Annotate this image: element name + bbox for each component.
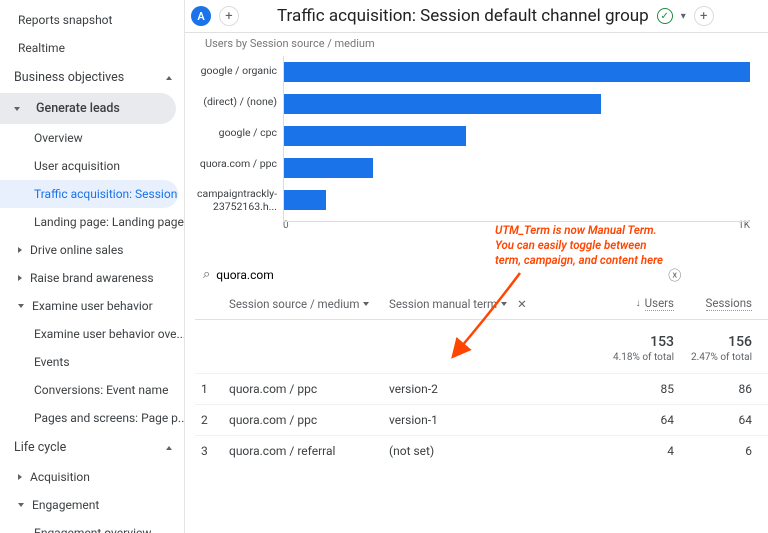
nav-item-label: Generate leads [36, 101, 120, 116]
chevron-right-icon [18, 247, 22, 253]
column-label: Session source / medium [229, 297, 359, 311]
nav-traffic-acquisition[interactable]: Traffic acquisition: Session... [0, 180, 178, 208]
y-label: campaigntrackly-23752163.h... [195, 188, 277, 212]
table-row[interactable]: 3 quora.com / referral (not set) 4 6 [195, 435, 768, 466]
bar[interactable] [284, 190, 326, 210]
total-users: 153 [594, 334, 674, 350]
column-label: Sessions [706, 296, 752, 311]
header: A + Traffic acquisition: Session default… [185, 0, 768, 33]
nav-realtime[interactable]: Realtime [0, 34, 184, 62]
cell-users: 4 [594, 444, 674, 458]
nav-section-label: Business objectives [14, 70, 124, 85]
nav-item-label: Engagement [32, 498, 99, 512]
column-label: Users [645, 296, 674, 311]
sidebar: Reports snapshot Realtime Business objec… [0, 0, 185, 533]
column-primary-dimension[interactable]: Session source / medium [229, 297, 389, 311]
dropdown-icon[interactable]: ▾ [681, 11, 686, 22]
nav-item-label: Raise brand awareness [30, 271, 154, 285]
chevron-up-icon [166, 76, 172, 80]
content: Users by Session source / medium google … [185, 33, 768, 533]
nav-pages-screens[interactable]: Pages and screens: Page p... [0, 404, 184, 432]
cell-term: version-2 [389, 382, 549, 396]
nav-section-life-cycle[interactable]: Life cycle [0, 432, 184, 463]
dropdown-icon [363, 302, 369, 306]
avatar[interactable]: A [191, 6, 211, 26]
nav-drive-online-sales[interactable]: Drive online sales [0, 236, 184, 264]
nav-item-label: Examine user behavior [32, 299, 153, 313]
cell-sessions: 6 [674, 444, 752, 458]
row-index: 1 [201, 382, 229, 396]
cell-users: 85 [594, 382, 674, 396]
nav-raise-brand-awareness[interactable]: Raise brand awareness [0, 264, 184, 292]
x-axis [284, 221, 750, 222]
nav-examine-overview[interactable]: Examine user behavior ove... [0, 320, 184, 348]
nav-reports-snapshot[interactable]: Reports snapshot [0, 6, 184, 34]
nav-generate-leads[interactable]: Generate leads [0, 93, 176, 124]
chevron-down-icon [18, 304, 24, 308]
nav-item-label: Drive online sales [30, 243, 123, 257]
total-sessions-pct: 2.47% of total [691, 352, 752, 363]
table-row[interactable]: 1 quora.com / ppc version-2 85 86 [195, 373, 768, 404]
table-row[interactable]: 2 quora.com / ppc version-1 64 64 [195, 404, 768, 435]
chevron-up-icon [166, 446, 172, 450]
chevron-down-icon [14, 107, 20, 111]
cell-source: quora.com / ppc [229, 382, 389, 396]
chevron-down-icon [18, 503, 24, 507]
total-sessions: 156 [674, 334, 752, 350]
cell-source: quora.com / ppc [229, 413, 389, 427]
nav-acquisition[interactable]: Acquisition [0, 463, 184, 491]
column-users[interactable]: ↓Users [594, 296, 674, 311]
cell-sessions: 64 [674, 413, 752, 427]
nav-user-acquisition[interactable]: User acquisition [0, 152, 184, 180]
nav-overview[interactable]: Overview [0, 124, 184, 152]
y-label: google / cpc [195, 127, 277, 139]
nav-item-label: Acquisition [30, 470, 90, 484]
total-users-pct: 4.18% of total [613, 352, 674, 363]
bar[interactable] [284, 158, 373, 178]
chevron-right-icon [18, 474, 22, 480]
row-index: 3 [201, 444, 229, 458]
bar-chart: google / organic (direct) / (none) googl… [195, 52, 768, 222]
chart-title: Users by Session source / medium [195, 33, 768, 52]
nav-conversions[interactable]: Conversions: Event name [0, 376, 184, 404]
y-label: (direct) / (none) [195, 96, 277, 108]
y-label: quora.com / ppc [195, 158, 277, 170]
nav-engagement[interactable]: Engagement [0, 491, 184, 519]
cell-sessions: 86 [674, 382, 752, 396]
y-axis-labels: google / organic (direct) / (none) googl… [195, 56, 283, 222]
clear-search-icon[interactable]: ⓧ [668, 265, 681, 284]
bar[interactable] [284, 62, 750, 82]
cell-term: (not set) [389, 444, 549, 458]
chevron-right-icon [18, 275, 22, 281]
y-label: google / organic [195, 65, 277, 77]
verified-icon: ✓ [657, 8, 673, 24]
nav-examine-user-behavior[interactable]: Examine user behavior [0, 292, 184, 320]
nav-section-business-objectives[interactable]: Business objectives [0, 62, 184, 93]
nav-engagement-overview[interactable]: Engagement overview [0, 519, 184, 533]
row-index: 2 [201, 413, 229, 427]
main: A + Traffic acquisition: Session default… [185, 0, 768, 533]
page-title: Traffic acquisition: Session default cha… [277, 6, 649, 26]
arrow-icon [450, 273, 530, 366]
nav-section-label: Life cycle [14, 440, 66, 455]
nav-events[interactable]: Events [0, 348, 184, 376]
add-comparison-button[interactable]: + [219, 6, 239, 26]
search-icon: ⌕ [203, 267, 210, 282]
cell-source: quora.com / referral [229, 444, 389, 458]
annotation-text: UTM_Term is now Manual Term. You can eas… [495, 223, 665, 268]
bar[interactable] [284, 126, 466, 146]
search-input[interactable] [216, 268, 456, 282]
column-sessions[interactable]: Sessions [674, 296, 752, 311]
cell-users: 64 [594, 413, 674, 427]
bar[interactable] [284, 94, 601, 114]
add-button[interactable]: + [694, 6, 714, 26]
cell-term: version-1 [389, 413, 549, 427]
nav-landing-page[interactable]: Landing page: Landing page [0, 208, 184, 236]
chart-plot-area [283, 56, 750, 222]
